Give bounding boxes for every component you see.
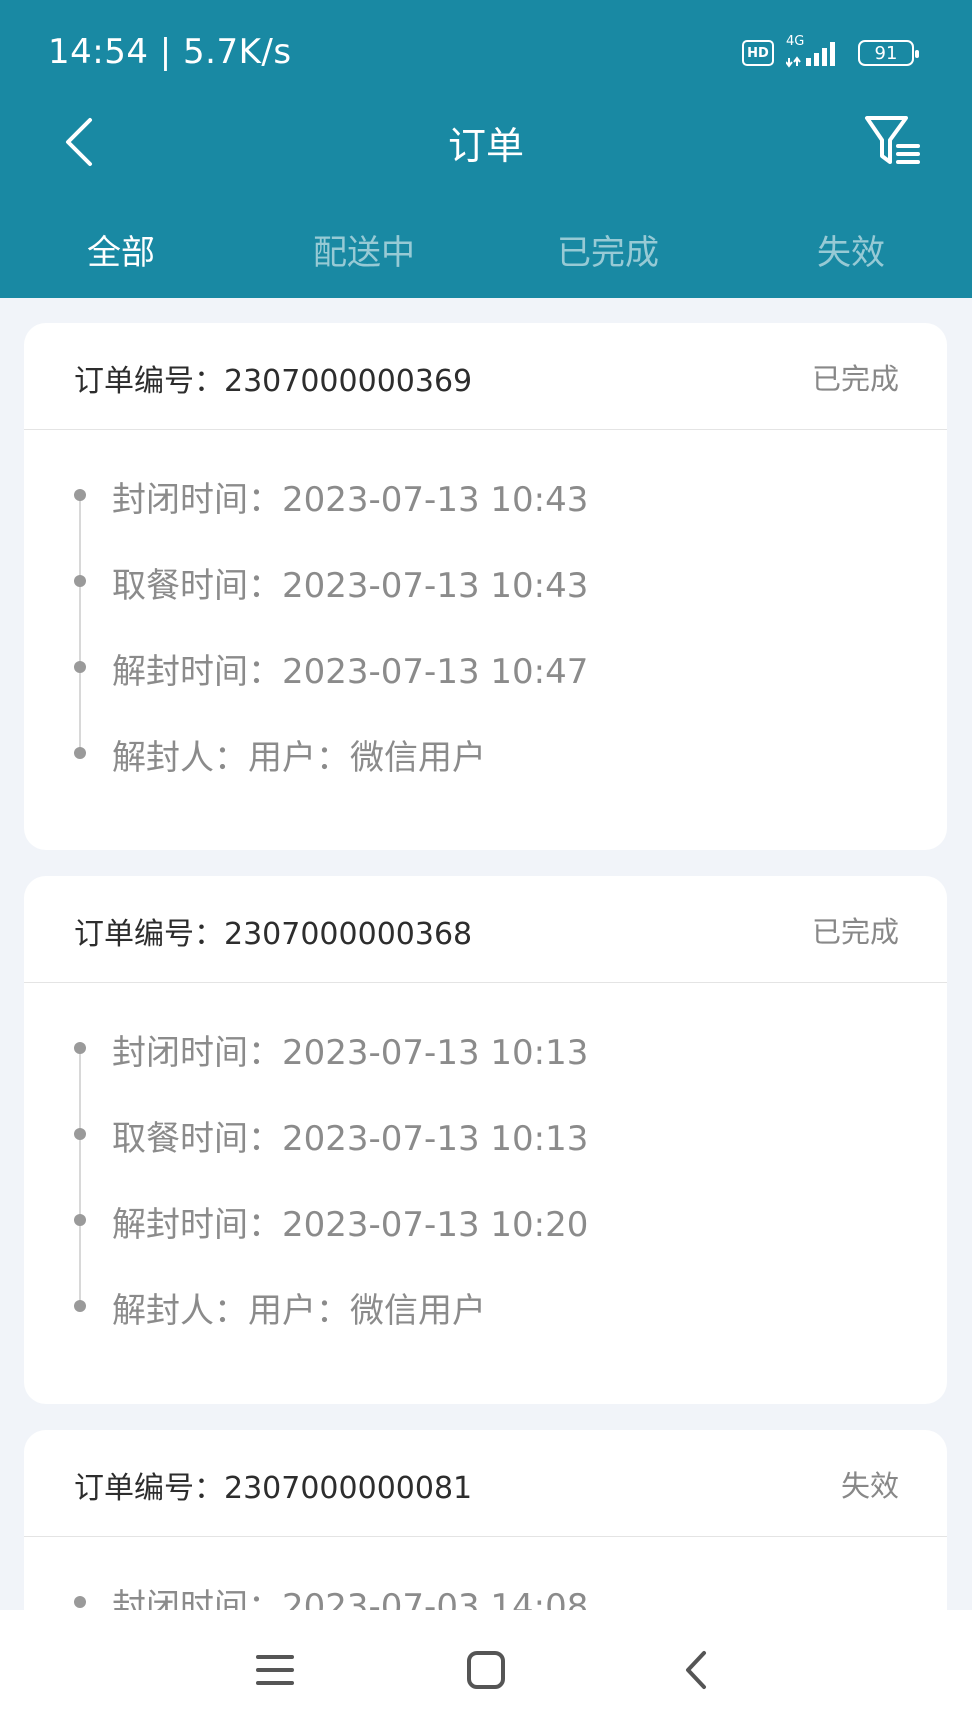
order-status: 已完成 [811, 915, 899, 949]
order-number: 订单编号：2307000000368 [74, 917, 473, 952]
order-number: 订单编号：2307000000081 [74, 1471, 473, 1506]
order-number: 订单编号：2307000000369 [74, 364, 473, 399]
timeline-dot [74, 1128, 86, 1140]
timeline-item: 取餐时间：2023-07-13 10:43 [24, 538, 947, 624]
order-card-header: 订单编号：2307000000081 失效 [24, 1430, 947, 1537]
timeline-dot [74, 1042, 86, 1054]
signal-icon: 4G [785, 34, 846, 68]
timeline-dot [74, 661, 86, 673]
hd-icon: HD [742, 40, 774, 66]
status-time: 14:54 | 5.7K/s [48, 32, 292, 72]
order-card-header: 订单编号：2307000000369 已完成 [24, 323, 947, 430]
home-button[interactable] [459, 1643, 513, 1697]
order-status: 失效 [840, 1469, 899, 1503]
tab-completed[interactable]: 已完成 [557, 225, 659, 274]
timeline-dot [74, 575, 86, 587]
filter-button[interactable] [864, 112, 922, 170]
timeline-item: 封闭时间：2023-07-13 10:13 [24, 1005, 947, 1091]
timeline-dot [74, 1300, 86, 1312]
tab-all[interactable]: 全部 [87, 225, 155, 274]
menu-button[interactable] [248, 1643, 302, 1697]
nav-back-icon [686, 1651, 706, 1689]
order-status: 已完成 [811, 362, 899, 396]
menu-icon [256, 1655, 294, 1685]
system-nav-bar [0, 1610, 972, 1728]
timeline-text: 取餐时间：2023-07-13 10:43 [112, 566, 589, 606]
timeline-dot [74, 1214, 86, 1226]
order-card[interactable]: 订单编号：2307000000368 已完成 封闭时间：2023-07-13 1… [24, 876, 947, 1404]
timeline-text: 解封人：用户：微信用户 [112, 1291, 486, 1331]
app-header: 14:54 | 5.7K/s HD 4G 91 订单 全部 配送中 已完成 失效 [0, 0, 972, 298]
filter-list-icon [865, 116, 920, 164]
timeline-text: 取餐时间：2023-07-13 10:13 [112, 1119, 589, 1159]
timeline-item: 解封人：用户：微信用户 [24, 1263, 947, 1349]
order-tabs: 全部 配送中 已完成 失效 [0, 225, 972, 273]
status-icons: HD 4G 91 [742, 34, 919, 68]
timeline-item: 解封时间：2023-07-13 10:20 [24, 1177, 947, 1263]
order-card[interactable]: 订单编号：2307000000369 已完成 封闭时间：2023-07-13 1… [24, 323, 947, 850]
order-timeline: 封闭时间：2023-07-13 10:43 取餐时间：2023-07-13 10… [24, 430, 947, 796]
timeline-text: 解封时间：2023-07-13 10:47 [112, 652, 589, 692]
timeline-dot [74, 1596, 86, 1608]
timeline-text: 封闭时间：2023-07-13 10:13 [112, 1033, 589, 1073]
timeline-dot [74, 489, 86, 501]
timeline-item: 取餐时间：2023-07-13 10:13 [24, 1091, 947, 1177]
order-card-header: 订单编号：2307000000368 已完成 [24, 876, 947, 983]
order-timeline: 封闭时间：2023-07-13 10:13 取餐时间：2023-07-13 10… [24, 983, 947, 1349]
battery-icon: 91 [858, 40, 919, 66]
timeline-item: 封闭时间：2023-07-13 10:43 [24, 452, 947, 538]
timeline-item: 解封人：用户：微信用户 [24, 710, 947, 796]
timeline-text: 封闭时间：2023-07-13 10:43 [112, 480, 589, 520]
timeline-text: 解封时间：2023-07-13 10:20 [112, 1205, 589, 1245]
page-title: 订单 [447, 124, 524, 168]
square-home-icon [467, 1651, 505, 1689]
nav-back-button[interactable] [670, 1643, 724, 1697]
timeline-text: 解封人：用户：微信用户 [112, 738, 486, 778]
timeline-dot [74, 747, 86, 759]
timeline-item: 解封时间：2023-07-13 10:47 [24, 624, 947, 710]
tab-delivering[interactable]: 配送中 [313, 225, 415, 274]
tab-expired[interactable]: 失效 [817, 225, 885, 274]
